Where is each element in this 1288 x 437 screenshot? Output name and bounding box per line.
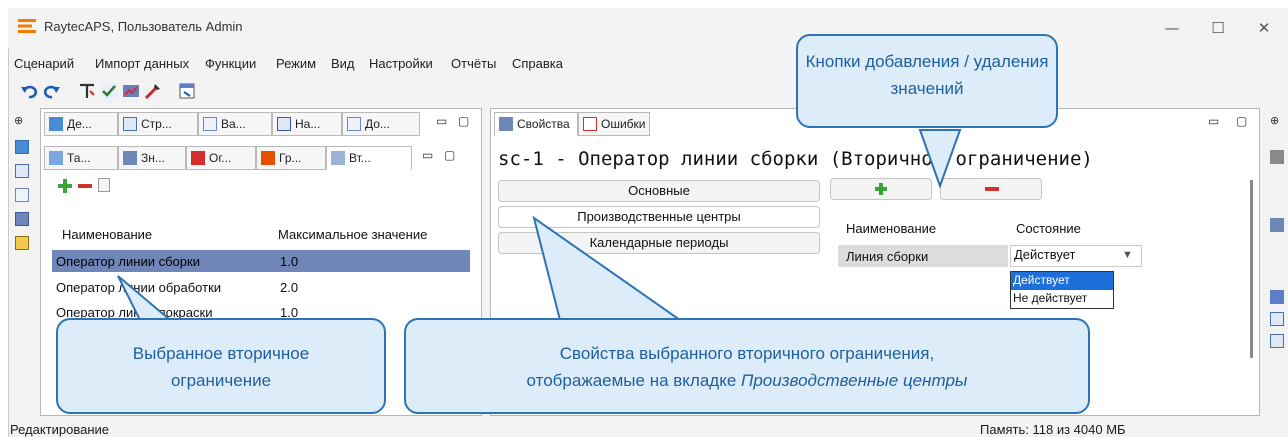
memory-status: Память: 118 из 4040 МБ	[980, 422, 1126, 437]
callout-add-remove: Кнопки добавления / удаления значений	[796, 34, 1058, 128]
callout-bottom-pointer	[532, 215, 684, 321]
callout-top-pointer	[918, 129, 962, 189]
callout-properties: Свойства выбранного вторичного ограничен…	[404, 318, 1090, 414]
callout-selected: Выбранное вторичное ограничение	[56, 318, 386, 414]
status-text: Редактирование	[10, 422, 110, 437]
callout-left-pointer	[117, 275, 173, 321]
